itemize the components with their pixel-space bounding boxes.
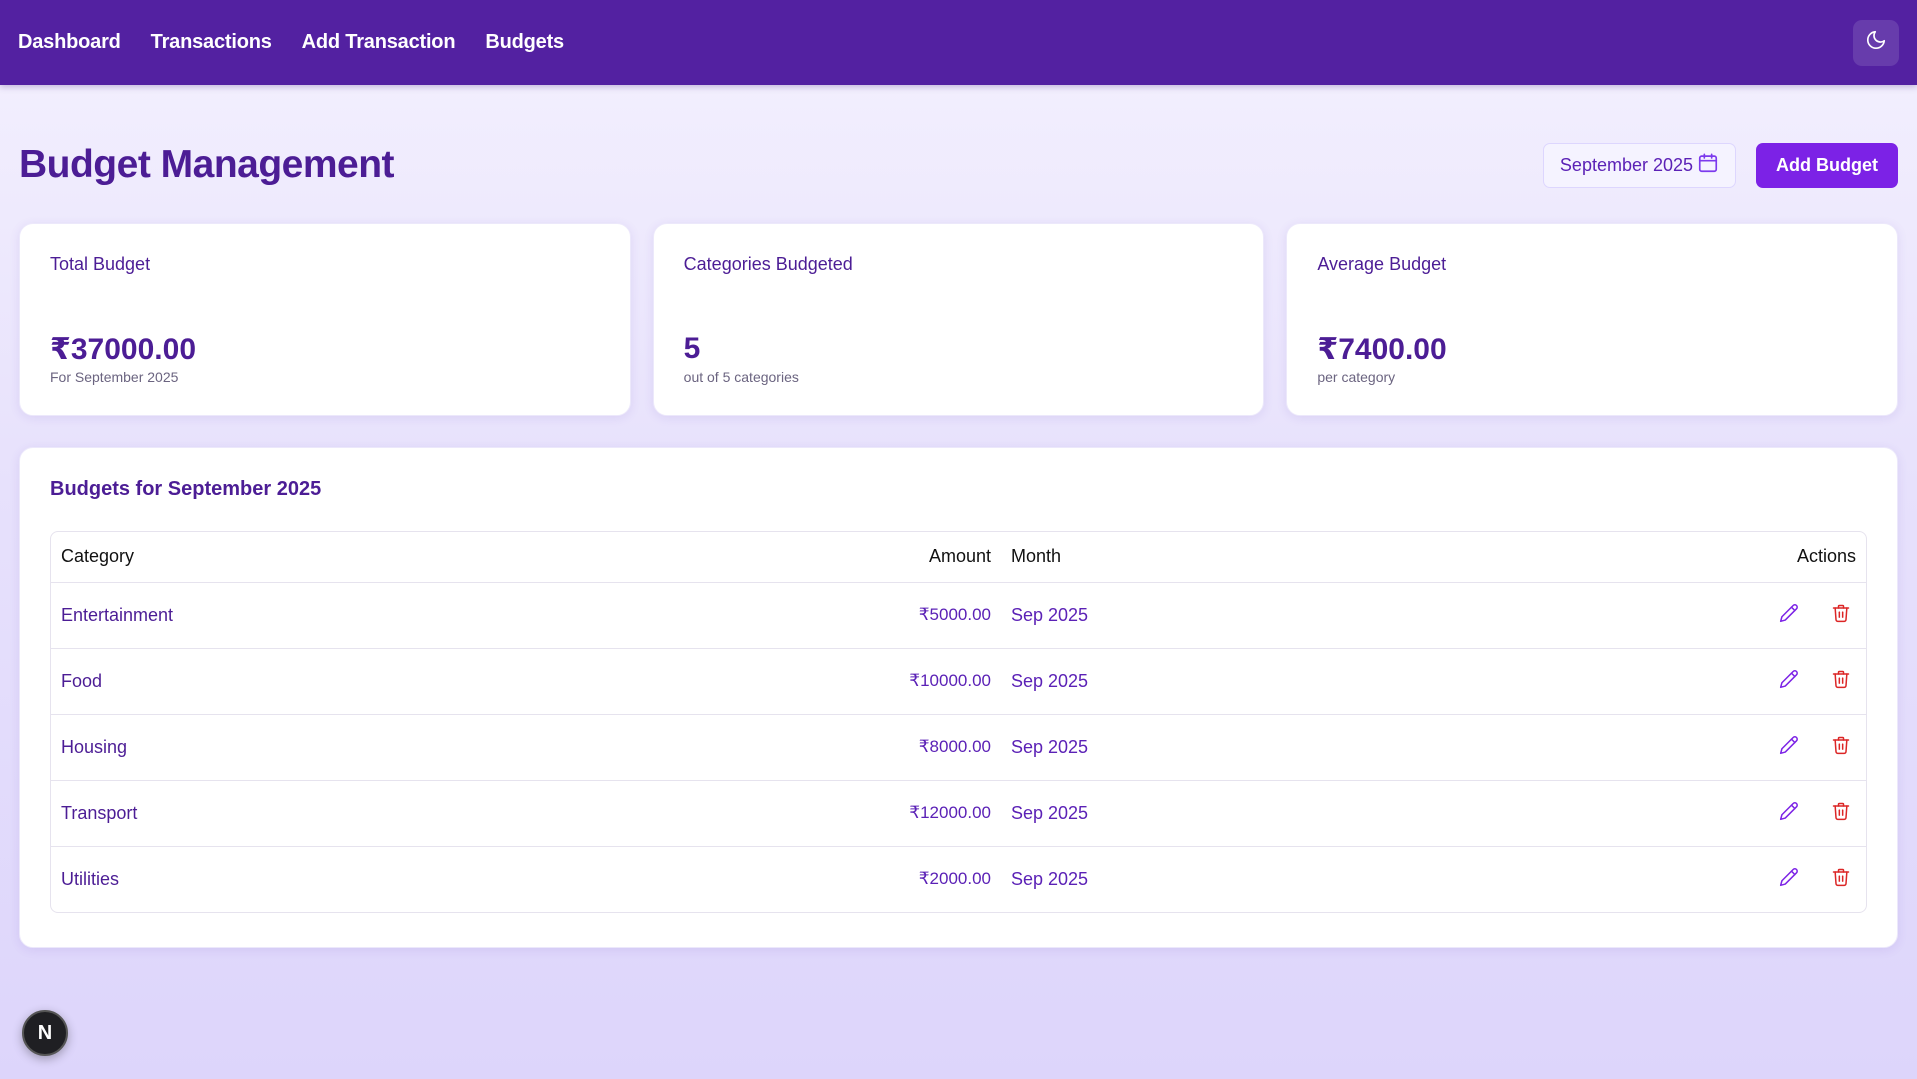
add-budget-button[interactable]: Add Budget bbox=[1756, 142, 1898, 188]
column-header-amount: Amount bbox=[871, 532, 1001, 583]
month-picker-label: September 2025 bbox=[1559, 154, 1694, 175]
moon-icon bbox=[1865, 29, 1887, 56]
delete-budget-button[interactable] bbox=[1826, 732, 1856, 762]
total-budget-card: Total Budget ₹37000.00 For September 202… bbox=[19, 223, 631, 416]
row-amount: ₹10000.00 bbox=[871, 648, 1001, 715]
column-header-month: Month bbox=[1001, 532, 1716, 583]
pencil-icon bbox=[1779, 735, 1799, 760]
average-budget-card: Average Budget ₹7400.00 per category bbox=[1286, 223, 1899, 416]
card-subtext: out of 5 categories bbox=[683, 369, 799, 385]
card-value: 5 bbox=[683, 332, 701, 365]
categories-budgeted-card: Categories Budgeted 5 out of 5 categorie… bbox=[652, 223, 1265, 416]
summary-cards: Total Budget ₹37000.00 For September 202… bbox=[19, 223, 1899, 416]
row-category: Transport bbox=[51, 780, 871, 847]
row-actions bbox=[1716, 714, 1866, 781]
card-label: Total Budget bbox=[50, 254, 151, 274]
nav-link-dashboard[interactable]: Dashboard bbox=[18, 31, 121, 54]
edit-budget-button[interactable] bbox=[1774, 600, 1804, 630]
table-row: Transport ₹12000.00 Sep 2025 bbox=[51, 780, 1866, 847]
edit-budget-button[interactable] bbox=[1774, 798, 1804, 828]
delete-budget-button[interactable] bbox=[1826, 864, 1856, 894]
row-amount: ₹2000.00 bbox=[918, 869, 991, 889]
card-value: ₹7400.00 bbox=[1317, 333, 1447, 366]
delete-budget-button[interactable] bbox=[1826, 798, 1856, 828]
table-row: Food ₹10000.00 Sep 2025 bbox=[51, 648, 1866, 715]
pencil-icon bbox=[1779, 801, 1799, 826]
trash-icon bbox=[1831, 867, 1851, 892]
row-amount: ₹8000.00 bbox=[871, 714, 1001, 781]
dev-tools-badge[interactable]: N bbox=[22, 1010, 68, 1056]
row-month: Sep 2025 bbox=[1011, 868, 1089, 889]
edit-budget-button[interactable] bbox=[1774, 864, 1804, 894]
row-category: Housing bbox=[51, 714, 871, 781]
row-month: Sep 2025 bbox=[1001, 648, 1716, 715]
delete-budget-button[interactable] bbox=[1826, 666, 1856, 696]
card-label: Categories Budgeted bbox=[683, 254, 853, 274]
card-subtext: For September 2025 bbox=[50, 369, 179, 385]
table-row: Housing ₹8000.00 Sep 2025 bbox=[51, 714, 1866, 781]
column-header-actions: Actions bbox=[1716, 532, 1866, 583]
pencil-icon bbox=[1779, 867, 1799, 892]
column-header-category: Category bbox=[51, 532, 871, 583]
trash-icon bbox=[1831, 669, 1851, 694]
row-amount: ₹12000.00 bbox=[871, 780, 1001, 847]
table-row: Entertainment ₹5000.00 Sep 2025 bbox=[51, 582, 1866, 649]
row-month: Sep 2025 bbox=[1001, 780, 1716, 847]
row-category: Food bbox=[51, 648, 871, 715]
row-actions bbox=[1716, 846, 1866, 912]
theme-toggle-button[interactable] bbox=[1853, 19, 1899, 66]
row-actions bbox=[1716, 582, 1866, 649]
delete-budget-button[interactable] bbox=[1826, 600, 1856, 630]
pencil-icon bbox=[1779, 669, 1799, 694]
row-amount: ₹5000.00 bbox=[871, 582, 1001, 649]
trash-icon bbox=[1831, 801, 1851, 826]
row-actions bbox=[1716, 780, 1866, 847]
row-month: Sep 2025 bbox=[1001, 714, 1716, 781]
row-category: Entertainment bbox=[51, 582, 871, 649]
main-content: Budget Management September 2025 Add Bud… bbox=[0, 135, 1917, 948]
budgets-table-wrapper: Category Amount Month Actions Entertainm… bbox=[50, 531, 1867, 913]
trash-icon bbox=[1831, 603, 1851, 628]
page-header: Budget Management September 2025 Add Bud… bbox=[19, 135, 1898, 195]
card-label: Average Budget bbox=[1317, 254, 1447, 274]
month-picker[interactable]: September 2025 bbox=[1542, 142, 1737, 188]
card-value: ₹37000.00 bbox=[50, 333, 197, 366]
page-title: Budget Management bbox=[19, 143, 395, 186]
edit-budget-button[interactable] bbox=[1774, 666, 1804, 696]
edit-budget-button[interactable] bbox=[1774, 732, 1804, 762]
budgets-table: Category Amount Month Actions Entertainm… bbox=[51, 532, 1866, 912]
table-body: Entertainment ₹5000.00 Sep 2025 Food ₹10000.… bbox=[51, 582, 1866, 912]
budgets-table-card: Budgets for September 2025 Category Amou… bbox=[19, 447, 1898, 948]
row-actions bbox=[1716, 648, 1866, 715]
pencil-icon bbox=[1779, 603, 1799, 628]
card-subtext: per category bbox=[1317, 369, 1396, 385]
row-month: Sep 2025 bbox=[1001, 582, 1716, 649]
trash-icon bbox=[1831, 735, 1851, 760]
table-header-row: Category Amount Month Actions bbox=[51, 532, 1866, 583]
top-navbar: Dashboard Transactions Add Transaction B… bbox=[0, 0, 1917, 85]
nav-link-transactions[interactable]: Transactions bbox=[151, 31, 272, 54]
header-actions: September 2025 Add Budget bbox=[1542, 142, 1898, 188]
calendar-icon bbox=[1697, 152, 1719, 179]
nav-link-budgets[interactable]: Budgets bbox=[485, 31, 564, 54]
table-title: Budgets for September 2025 bbox=[50, 478, 322, 500]
row-category: Utilities bbox=[61, 868, 120, 889]
nav-link-add-transaction[interactable]: Add Transaction bbox=[302, 31, 456, 54]
table-row: Utilities ₹2000.00 Sep 2025 bbox=[51, 846, 1866, 912]
